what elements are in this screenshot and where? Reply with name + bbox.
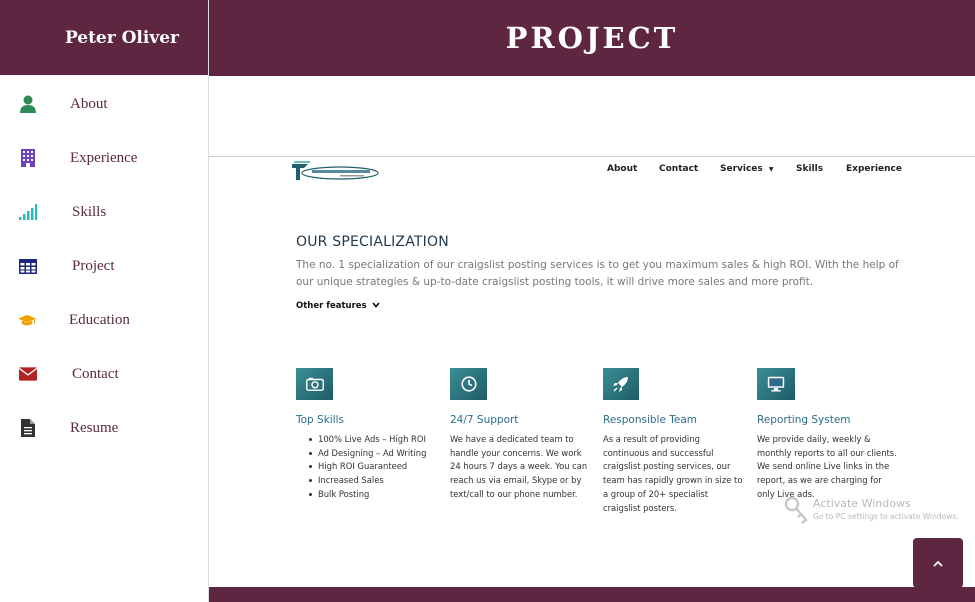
feature-text: We have a dedicated team to handle your … (450, 434, 588, 499)
sidebar-item-project[interactable]: Project (0, 246, 209, 286)
sidebar-item-label: Education (69, 311, 130, 328)
site-nav-services[interactable]: Services ▼ (720, 164, 774, 174)
sidebar-item-label: Experience (70, 149, 138, 166)
feature-title: Responsible Team (603, 414, 698, 426)
feature-text: As a result of providing continuous and … (603, 434, 743, 513)
other-features-label: Other features (296, 301, 367, 311)
clock-icon (450, 368, 487, 400)
camera-icon (296, 368, 333, 400)
list-item: 100% Live Ads – High ROI (306, 433, 426, 447)
site-nav-contact[interactable]: Contact (659, 164, 698, 174)
feature-text: We provide daily, weekly & monthly repor… (757, 434, 897, 499)
graduation-cap-icon (18, 311, 36, 329)
list-item: High ROI Guaranteed (306, 460, 426, 474)
envelope-icon (19, 365, 37, 383)
profile-name: Peter Oliver (64, 27, 179, 48)
user-icon (19, 95, 37, 113)
sidebar-item-label: Skills (72, 203, 107, 220)
page-title: PROJECT (505, 21, 679, 55)
list-item: Increased Sales (306, 474, 426, 488)
watermark-title: Activate Windows (813, 497, 911, 510)
sidebar-item-skills[interactable]: Skills (0, 192, 209, 232)
footer-bar (209, 587, 975, 602)
list-item: Ad Designing – Ad Writing (306, 447, 426, 461)
site-logo[interactable] (290, 160, 382, 182)
building-icon (19, 149, 37, 167)
file-icon (19, 419, 37, 437)
rocket-icon (603, 368, 639, 400)
table-icon (19, 257, 37, 275)
chevron-down-icon (370, 301, 380, 311)
site-nav-services-label: Services (720, 164, 763, 174)
signal-icon (19, 203, 37, 221)
sidebar-item-contact[interactable]: Contact (0, 354, 209, 394)
section-title: OUR SPECIALIZATION (296, 234, 449, 250)
monitor-icon (757, 368, 795, 400)
section-description: The no. 1 specialization of our craigsli… (296, 259, 899, 288)
chevron-up-icon (933, 554, 943, 572)
page-header: PROJECT (209, 0, 975, 76)
sidebar-item-label: Resume (70, 419, 119, 436)
caret-down-icon: ▼ (768, 166, 774, 173)
key-icon (782, 495, 810, 529)
sidebar-item-label: Contact (72, 365, 119, 382)
feature-title: 24/7 Support (450, 414, 519, 426)
feature-title: Top Skills (296, 414, 345, 426)
sidebar-item-experience[interactable]: Experience (0, 138, 209, 178)
sidebar-item-about[interactable]: About (0, 84, 209, 124)
site-nav-experience[interactable]: Experience (846, 164, 902, 174)
sidebar-item-label: About (70, 95, 108, 112)
sidebar: Peter Oliver About Experience Skills Pro… (0, 0, 209, 602)
sidebar-item-label: Project (72, 257, 115, 274)
site-nav-skills[interactable]: Skills (796, 164, 823, 174)
profile-header: Peter Oliver (0, 0, 208, 75)
feature-title: Reporting System (757, 414, 851, 426)
sidebar-item-resume[interactable]: Resume (0, 408, 209, 448)
other-features-toggle[interactable]: Other features (296, 301, 380, 311)
feature-list: 100% Live Ads – High ROI Ad Designing – … (306, 433, 426, 502)
sidebar-item-education[interactable]: Education (0, 300, 209, 340)
watermark-subtitle: Go to PC settings to activate Windows. (813, 512, 959, 521)
site-nav-about[interactable]: About (607, 164, 637, 174)
list-item: Bulk Posting (306, 488, 426, 502)
divider (209, 156, 975, 157)
scroll-to-top-button[interactable] (913, 538, 963, 588)
